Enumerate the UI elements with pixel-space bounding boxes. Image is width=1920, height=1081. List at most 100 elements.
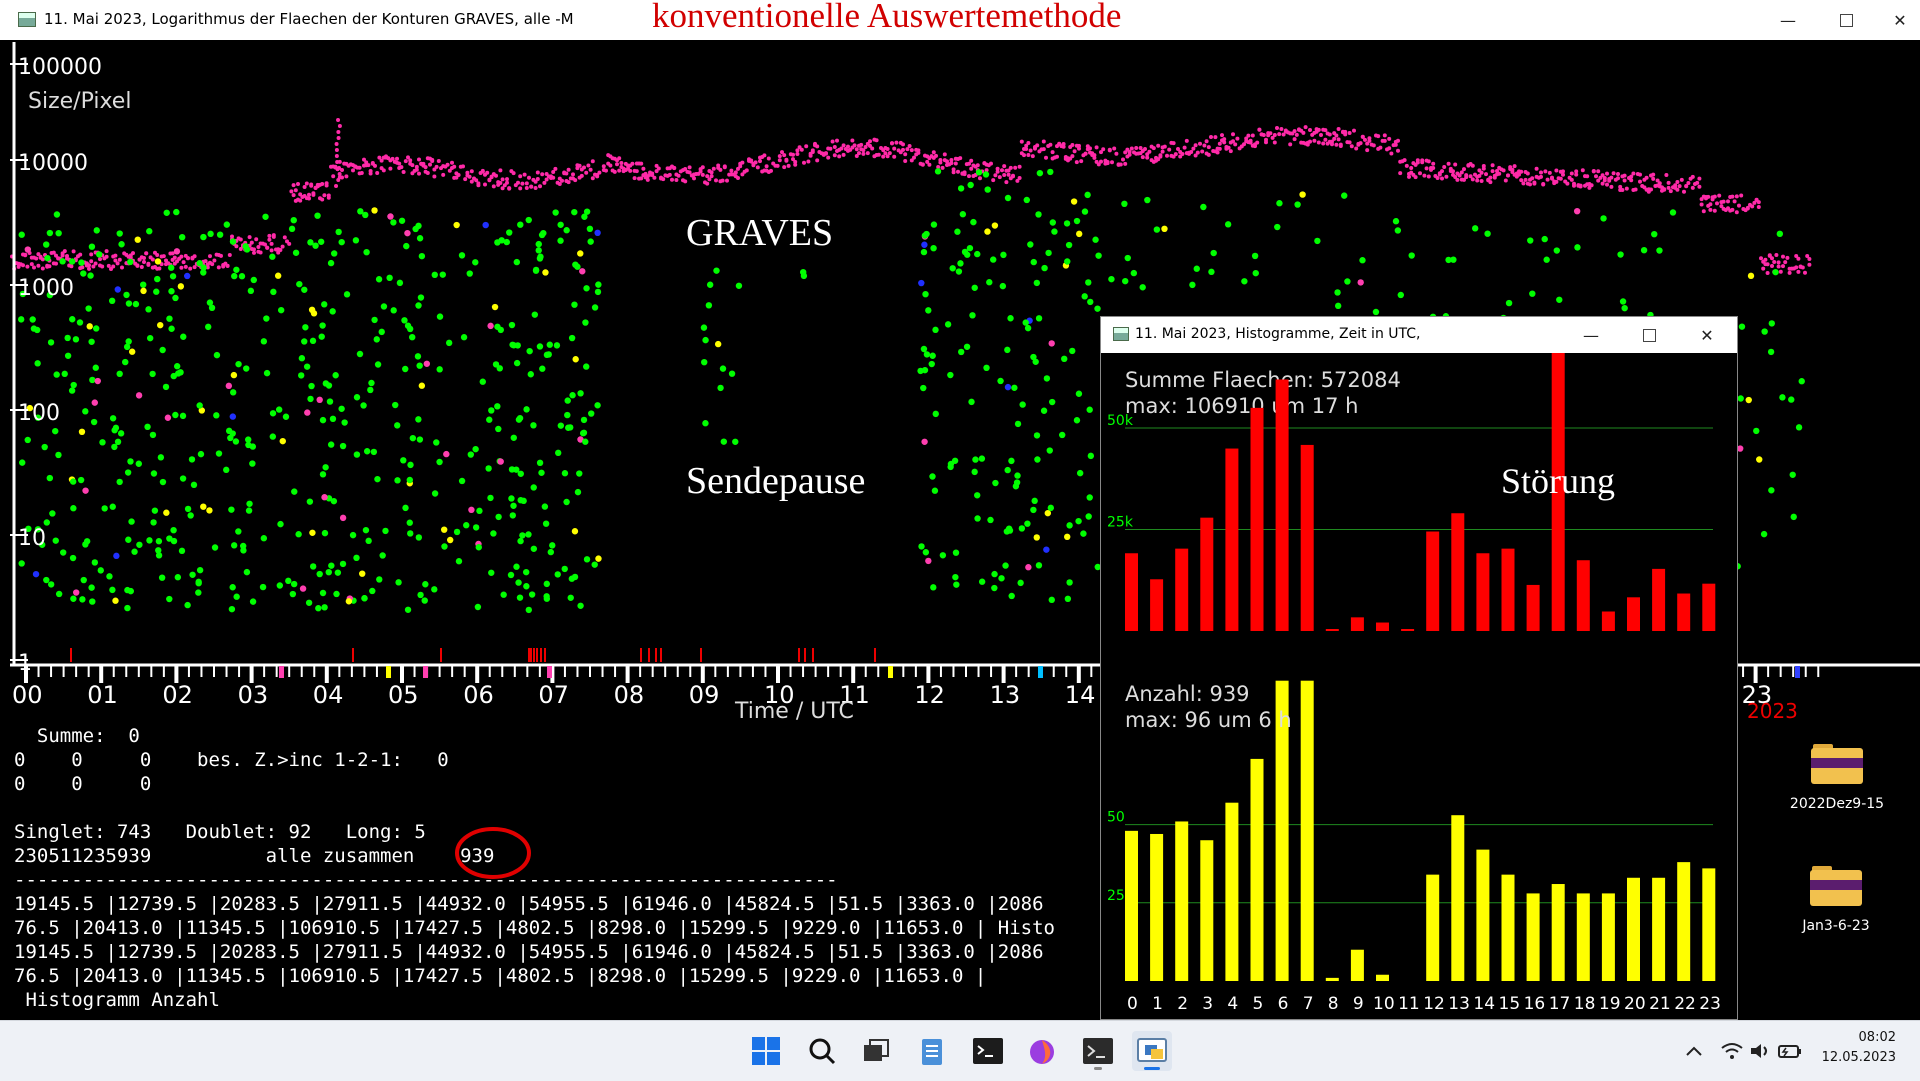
band-point bbox=[989, 161, 993, 166]
contour-point bbox=[1036, 169, 1044, 177]
contour-point bbox=[370, 448, 378, 456]
band-point bbox=[113, 253, 118, 258]
console-output: Summe: 0 0 0 0 bes. Z.>inc 1-2-1: 0 0 0 … bbox=[0, 720, 1100, 1020]
contour-point bbox=[539, 365, 546, 372]
contour-point bbox=[954, 228, 961, 235]
contour-point bbox=[542, 520, 550, 527]
contour-point bbox=[403, 242, 410, 250]
histogram-window[interactable]: 11. Mai 2023, Histogramme, Zeit in UTC, … bbox=[1100, 316, 1738, 1020]
contour-point bbox=[390, 307, 397, 314]
band-point bbox=[1420, 158, 1425, 163]
contour-point bbox=[316, 396, 323, 404]
band-point bbox=[1347, 140, 1352, 145]
area-bar bbox=[1526, 584, 1540, 631]
clock-date[interactable]: 12.05.2023 bbox=[1810, 1050, 1896, 1065]
band-point bbox=[1644, 175, 1649, 180]
browser-button[interactable] bbox=[1022, 1031, 1062, 1071]
contour-point bbox=[1027, 241, 1034, 248]
contour-point bbox=[390, 219, 397, 226]
band-point bbox=[1690, 174, 1695, 179]
contour-point bbox=[999, 282, 1007, 290]
max-count-text: max: 96 um 6 h bbox=[1125, 708, 1292, 732]
contour-point bbox=[446, 536, 454, 544]
band-point bbox=[601, 164, 606, 169]
contour-point bbox=[240, 542, 247, 550]
contour-point bbox=[588, 410, 595, 417]
band-point bbox=[1594, 174, 1598, 179]
main-titlebar[interactable]: 11. Mai 2023, Logarithmus der Flaechen d… bbox=[0, 0, 1920, 40]
contour-point bbox=[68, 387, 76, 394]
contour-point bbox=[957, 185, 965, 192]
band-point bbox=[912, 155, 916, 160]
histogram-titlebar[interactable]: 11. Mai 2023, Histogramme, Zeit in UTC, … bbox=[1101, 317, 1737, 353]
console-button[interactable] bbox=[1078, 1031, 1118, 1071]
band-point bbox=[1396, 138, 1400, 143]
contour-point bbox=[127, 458, 134, 465]
band-point bbox=[1008, 165, 1013, 170]
maximize-button[interactable] bbox=[1818, 0, 1874, 40]
task-view-button[interactable] bbox=[856, 1031, 896, 1071]
search-button[interactable] bbox=[802, 1031, 842, 1071]
band-point bbox=[40, 266, 45, 271]
contour-point bbox=[409, 333, 416, 341]
band-point bbox=[1070, 142, 1075, 147]
band-point bbox=[1666, 185, 1671, 190]
desktop-folder-jan3-6-23[interactable]: Jan3-6-23 bbox=[1786, 866, 1886, 934]
contour-point bbox=[1095, 252, 1102, 259]
band-point bbox=[271, 234, 276, 239]
band-point bbox=[1105, 159, 1110, 164]
contour-point bbox=[68, 258, 76, 265]
contour-point bbox=[205, 323, 212, 331]
band-point bbox=[652, 175, 657, 180]
terminal-button[interactable] bbox=[968, 1031, 1008, 1071]
console-icon bbox=[1083, 1038, 1113, 1064]
contour-point bbox=[343, 291, 351, 298]
minimize-button[interactable]: — bbox=[1563, 315, 1619, 355]
band-point bbox=[1470, 177, 1475, 182]
close-button[interactable]: ✕ bbox=[1872, 0, 1920, 40]
contour-point bbox=[561, 470, 569, 477]
desktop-folder-2022dez9-15[interactable]: 2022Dez9-15 bbox=[1787, 744, 1887, 812]
contour-point bbox=[583, 556, 591, 563]
band-point bbox=[1730, 207, 1735, 212]
x-tick-label: 07 bbox=[538, 681, 569, 709]
tray-expand-button[interactable] bbox=[1674, 1031, 1714, 1071]
band-point bbox=[1077, 143, 1081, 148]
band-point bbox=[1193, 143, 1198, 148]
band-point bbox=[336, 118, 341, 122]
contour-point bbox=[705, 302, 713, 309]
contour-point bbox=[154, 275, 161, 283]
python-app-button[interactable] bbox=[1132, 1031, 1172, 1071]
contour-point bbox=[41, 443, 48, 451]
contour-point bbox=[144, 423, 151, 431]
contour-point bbox=[305, 599, 313, 606]
maximize-button[interactable] bbox=[1621, 315, 1677, 355]
contour-point bbox=[334, 569, 342, 576]
contour-point bbox=[944, 321, 952, 328]
contour-point bbox=[1033, 432, 1041, 439]
contour-point bbox=[1276, 200, 1283, 207]
count-bar bbox=[1300, 680, 1314, 981]
contour-point bbox=[125, 338, 132, 345]
band-point bbox=[1092, 155, 1097, 160]
clock-time[interactable]: 08:02 bbox=[1822, 1030, 1896, 1045]
band-point bbox=[1127, 149, 1132, 154]
band-point bbox=[23, 252, 28, 257]
minimize-button[interactable]: — bbox=[1760, 0, 1816, 40]
y-tick-label: 10000 bbox=[18, 151, 88, 176]
battery-button[interactable] bbox=[1770, 1031, 1810, 1071]
band-point bbox=[1398, 171, 1403, 176]
folder-icon bbox=[1810, 866, 1862, 906]
contour-point bbox=[1772, 268, 1779, 276]
band-point bbox=[1202, 143, 1207, 148]
band-point bbox=[1528, 182, 1532, 187]
close-button[interactable]: ✕ bbox=[1679, 315, 1735, 355]
contour-point bbox=[52, 427, 59, 435]
band-point bbox=[782, 153, 787, 158]
notepad-button[interactable] bbox=[912, 1031, 952, 1071]
contour-point bbox=[991, 222, 999, 229]
contour-point bbox=[1392, 218, 1400, 225]
start-button[interactable] bbox=[746, 1031, 786, 1071]
contour-point bbox=[972, 456, 979, 463]
band-point bbox=[212, 258, 217, 263]
